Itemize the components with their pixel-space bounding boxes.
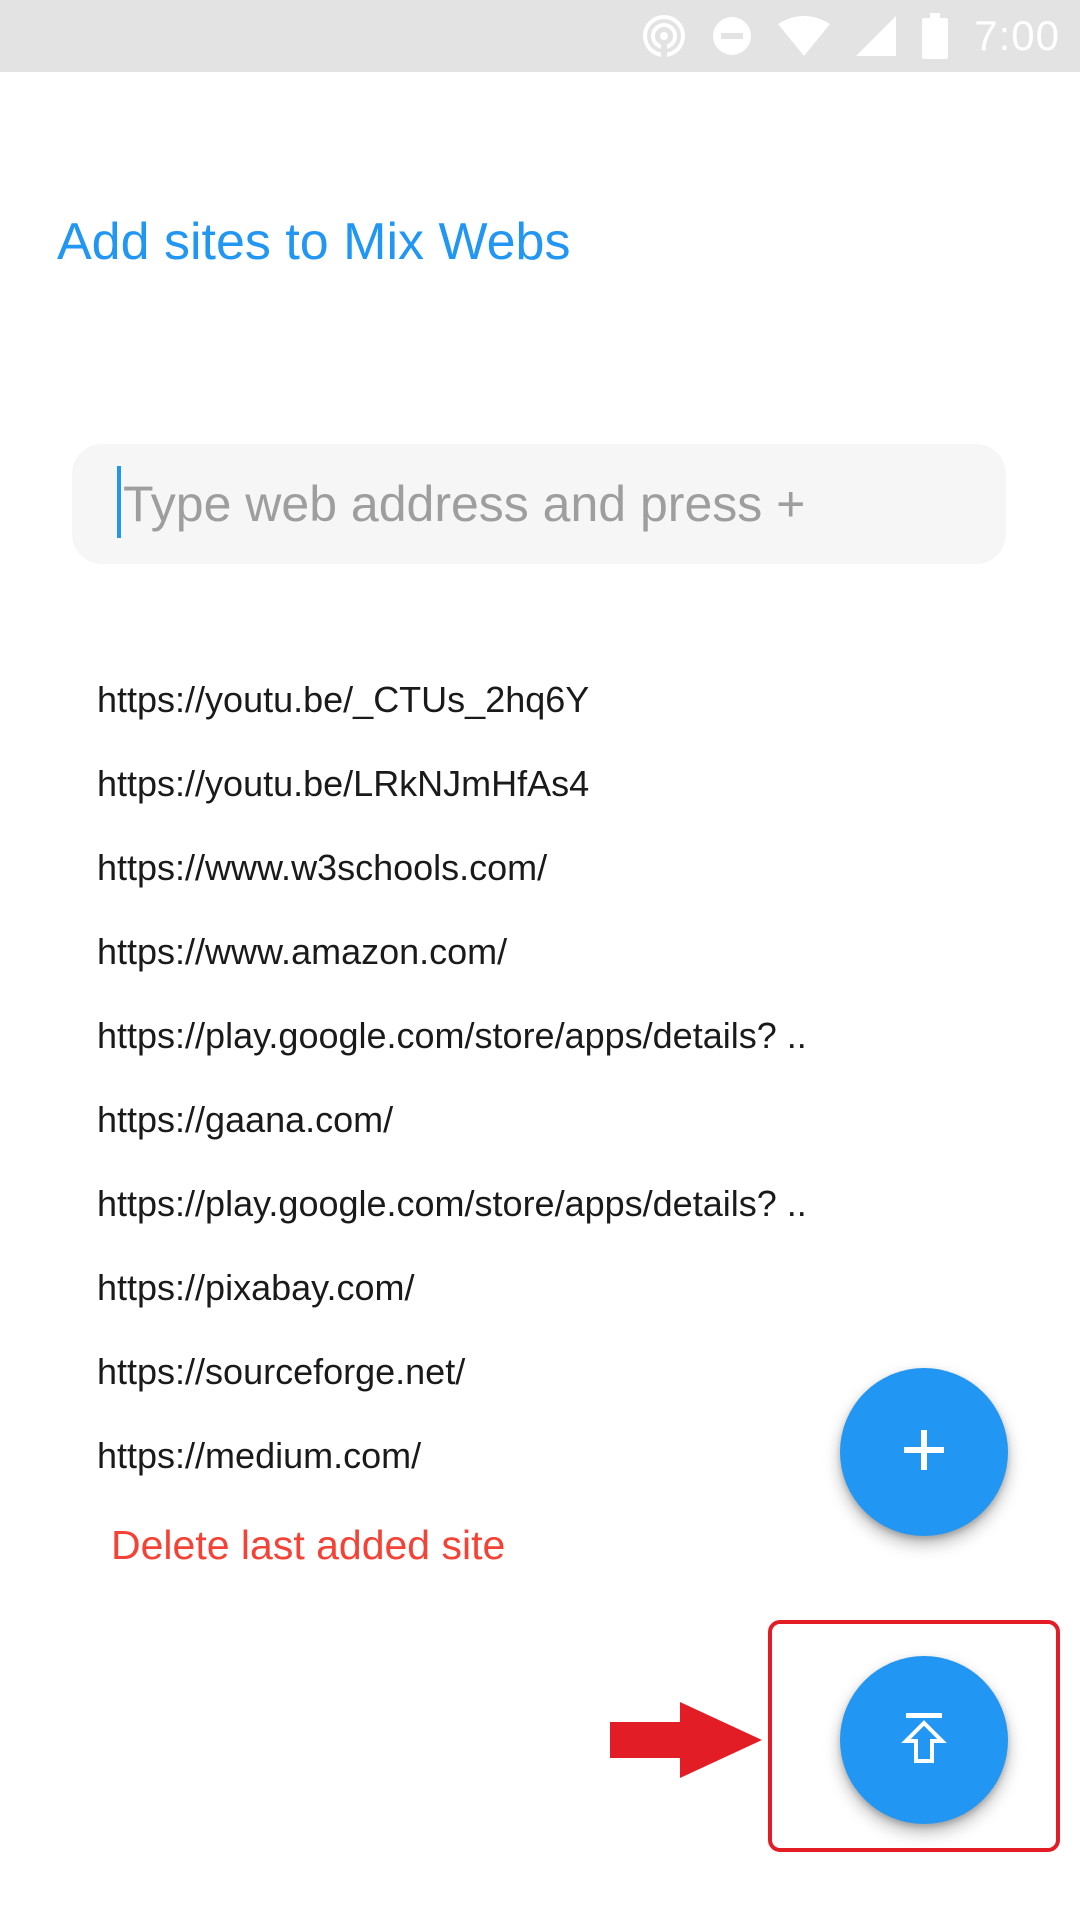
wifi-icon — [778, 16, 831, 56]
site-item[interactable]: https://pixabay.com/ — [97, 1260, 807, 1344]
site-item[interactable]: https://medium.com/ — [97, 1428, 807, 1512]
site-item[interactable]: https://youtu.be/_CTUs_2hq6Y — [97, 672, 807, 756]
site-item[interactable]: https://play.google.com/store/apps/detai… — [97, 1008, 807, 1092]
site-item[interactable]: https://www.w3schools.com/ — [97, 840, 807, 924]
site-item[interactable]: https://youtu.be/LRkNJmHfAs4 — [97, 756, 807, 840]
site-list: https://youtu.be/_CTUs_2hq6Y https://you… — [97, 672, 807, 1512]
upload-to-top-icon — [900, 1711, 948, 1770]
site-item[interactable]: https://www.amazon.com/ — [97, 924, 807, 1008]
plus-icon — [900, 1426, 948, 1479]
url-input-container — [72, 444, 1006, 564]
page-title: Add sites to Mix Webs — [57, 213, 571, 271]
delete-last-site-button[interactable]: Delete last added site — [111, 1522, 505, 1569]
status-bar: 7:00 — [0, 0, 1080, 72]
annotation-arrow-icon — [608, 1700, 768, 1785]
do-not-disturb-icon — [712, 16, 752, 56]
battery-icon — [922, 13, 949, 59]
signal-icon — [856, 16, 897, 56]
site-item[interactable]: https://play.google.com/store/apps/detai… — [97, 1176, 807, 1260]
status-time: 7:00 — [974, 12, 1060, 59]
add-site-button[interactable] — [840, 1368, 1008, 1536]
hotspot-icon — [642, 14, 686, 58]
site-item[interactable]: https://sourceforge.net/ — [97, 1344, 807, 1428]
site-item[interactable]: https://gaana.com/ — [97, 1092, 807, 1176]
url-input[interactable] — [117, 444, 977, 564]
upload-to-top-button[interactable] — [840, 1656, 1008, 1824]
